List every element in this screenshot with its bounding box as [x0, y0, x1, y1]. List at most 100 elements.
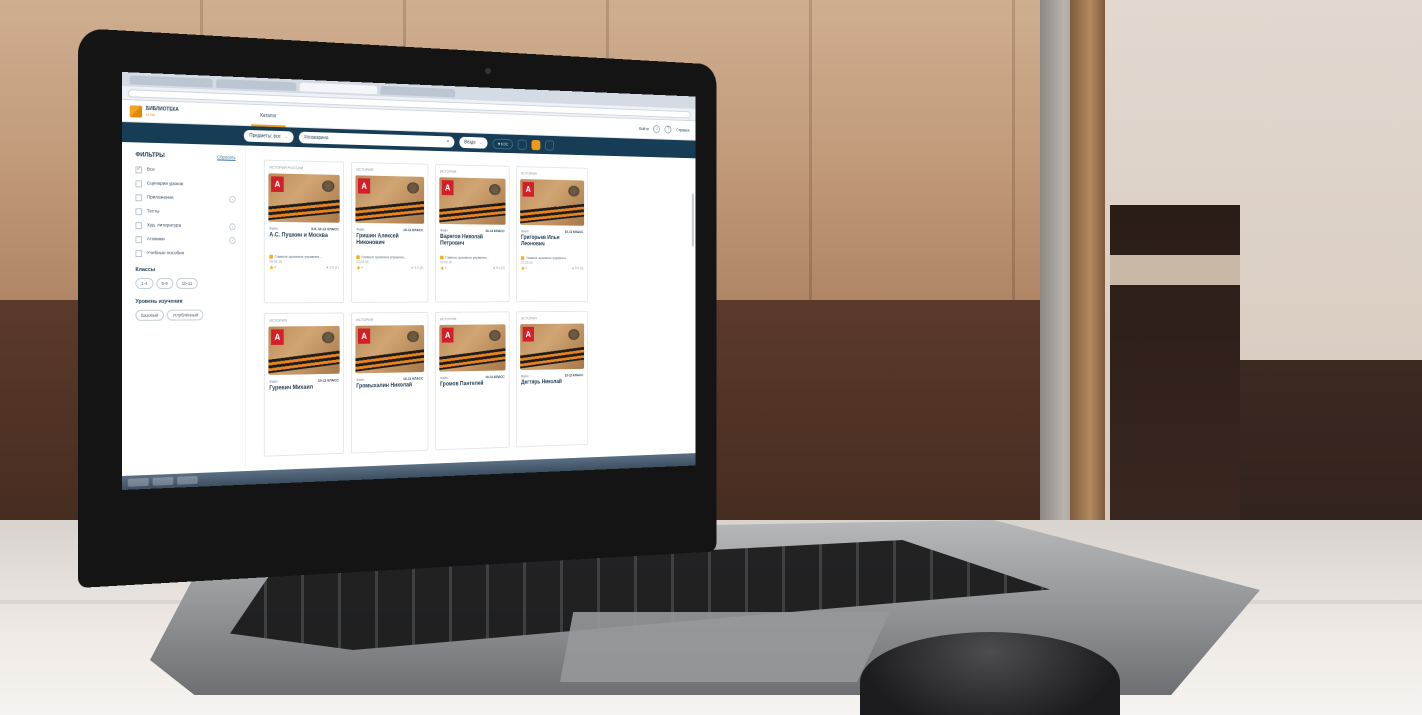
filter-option[interactable]: Тесты — [135, 208, 235, 216]
browser-tab[interactable] — [380, 85, 456, 97]
level-title: Уровень изучения — [135, 298, 183, 305]
library-logo[interactable]: БИБЛИОТЕКА МЭШ — [129, 104, 242, 121]
card-title[interactable]: Громыхалин Николай — [352, 380, 428, 403]
card-thumbnail: A — [520, 179, 585, 226]
card-rating: ★ 5.0 (2) — [410, 265, 424, 270]
resource-card[interactable]: ИСТОРИЯ A Файл 10-11 КЛАСС Громыхалин Никола… — [351, 311, 429, 454]
level-tag[interactable]: Углублённый — [166, 309, 204, 321]
checkbox[interactable] — [135, 180, 143, 188]
medal-icon — [489, 183, 501, 196]
card-grades: 10-11 КЛАСС — [485, 375, 505, 380]
scope-select[interactable]: Везде ⌄ — [459, 136, 488, 149]
resource-card[interactable]: ИСТОРИЯ A Файл 10-11 КЛАСС Варягов Николай П… — [435, 164, 510, 303]
filter-option-label: Учебные пособия — [146, 251, 185, 257]
page-scrollbar[interactable] — [691, 193, 694, 247]
card-title[interactable]: Гуревич Михаил — [265, 382, 343, 405]
card-thumbnail: A — [439, 324, 506, 372]
st-george-ribbon-icon — [439, 202, 506, 223]
level-tag[interactable]: Базовый — [135, 309, 164, 321]
card-title[interactable]: Громов Пантелей — [436, 379, 509, 401]
reset-filters-link[interactable]: Сбросить — [217, 155, 235, 160]
class-tag[interactable]: 5-9 — [155, 278, 174, 289]
resource-card[interactable]: ИСТОРИЯ A Файл 10-11 КЛАСС Дегтярь Николай — [516, 310, 589, 448]
chevron-right-icon[interactable]: › — [229, 236, 236, 244]
checkbox[interactable] — [135, 222, 143, 230]
filter-option[interactable]: Учебные пособия — [135, 250, 235, 258]
filter-option[interactable]: Худ. литература › — [135, 222, 236, 231]
card-category: ИСТОРИЯ — [356, 317, 374, 322]
card-type: Файл — [269, 379, 278, 384]
card-title[interactable]: Дегтярь Николай — [517, 377, 587, 399]
card-title[interactable]: Григорьев Илья Леонович — [517, 233, 587, 254]
user-icon[interactable]: ☺ — [653, 125, 661, 134]
checkbox[interactable] — [135, 236, 143, 244]
grid-view-icon[interactable] — [531, 139, 541, 150]
taskbar-item[interactable] — [127, 477, 149, 487]
checkbox[interactable] — [135, 250, 143, 258]
archive-badge-icon: A — [271, 329, 284, 345]
card-source-label: Главное архивное управлен... — [445, 255, 490, 260]
classes-tags: 1-4 5-9 10-11 — [135, 278, 235, 289]
card-rating: ★ 5.0 (1) — [325, 265, 339, 270]
folder-icon — [520, 256, 525, 260]
subjects-select[interactable]: Предметы: все ⌄ — [243, 129, 294, 144]
card-likes: 👍 4 — [269, 265, 277, 270]
checkbox[interactable] — [135, 208, 143, 216]
browser-tab-active[interactable] — [299, 82, 378, 94]
resource-card[interactable]: ИСТОРИЯ РОССИИ A Файл 5-9, 10-11 КЛАСС А.С. … — [263, 159, 345, 304]
card-footer: 👍 3 ★ 5.0 (2) — [436, 265, 509, 271]
chevron-right-icon[interactable]: › — [229, 223, 236, 231]
card-title[interactable]: Гришин Алексей Никонович — [352, 231, 428, 252]
medal-icon — [322, 180, 335, 193]
st-george-ribbon-icon — [268, 349, 340, 374]
subjects-select-label: Предметы: все — [249, 132, 281, 140]
card-title[interactable]: А.С. Пушкин и Москва — [265, 231, 343, 253]
browser-tab[interactable] — [129, 74, 213, 88]
clear-icon[interactable]: × — [447, 139, 449, 145]
filter-option-label: Приложения — [146, 195, 174, 201]
filter-option-label: Сценарии уроков — [146, 181, 184, 188]
card-meta: Файл 10-11 КЛАСС — [352, 223, 428, 233]
filter-option[interactable]: Сценарии уроков — [135, 180, 235, 189]
card-rating-value: 5.0 (1) — [329, 265, 339, 270]
browser-tab[interactable] — [216, 78, 297, 91]
search-input[interactable]: #плакарина × — [298, 131, 455, 148]
st-george-ribbon-icon — [520, 203, 585, 224]
class-tag[interactable]: 1-4 — [135, 278, 154, 289]
card-title[interactable]: Варягов Николай Петрович — [436, 232, 509, 253]
resource-card[interactable]: ИСТОРИЯ A Файл 10-11 КЛАСС Громов Пантелей — [435, 311, 510, 451]
kes-filter-button[interactable]: ▼ КЭС — [492, 138, 514, 149]
taskbar-item[interactable] — [177, 475, 198, 485]
header-actions: Войти ☺ ? Справка — [639, 125, 689, 135]
filter-option[interactable]: Приложения › — [135, 194, 236, 203]
card-likes-count: 3 — [444, 266, 447, 270]
card-type: Файл — [440, 376, 448, 381]
st-george-ribbon-icon — [355, 200, 425, 222]
tab-catalog[interactable]: Каталог — [251, 104, 286, 127]
help-icon[interactable]: ? — [664, 125, 672, 134]
resource-card[interactable]: ИСТОРИЯ A Файл 10-11 КЛАСС Гуревич Михаил — [263, 312, 345, 457]
class-tag[interactable]: 10-11 — [176, 278, 198, 289]
card-footer: 👍 4 ★ 5.0 (2) — [517, 265, 587, 271]
taskbar-item[interactable] — [152, 476, 174, 486]
help-link[interactable]: Справка — [676, 128, 689, 133]
resource-card[interactable]: ИСТОРИЯ A Файл 10-11 КЛАСС Григорьев Илья Ле… — [516, 166, 589, 303]
card-rating-value: 5.0 (2) — [575, 266, 584, 271]
checkbox[interactable]: ✓ — [135, 166, 143, 174]
resource-card[interactable]: ИСТОРИЯ A Файл 10-11 КЛАСС Гришин Алексей Ни… — [351, 161, 429, 303]
archive-badge-icon: A — [441, 327, 454, 343]
folder-icon — [440, 255, 444, 260]
card-category: ИСТОРИЯ — [520, 315, 537, 321]
filter-option[interactable]: Атомики › — [135, 236, 236, 244]
checkbox[interactable] — [135, 194, 143, 202]
calendar-icon[interactable] — [518, 139, 528, 150]
list-view-icon[interactable] — [545, 139, 555, 151]
chevron-right-icon[interactable]: › — [229, 195, 236, 203]
login-link[interactable]: Войти — [639, 126, 649, 131]
filter-option[interactable]: ✓ Все — [135, 166, 235, 175]
filter-option-label: Тесты — [146, 209, 160, 215]
st-george-ribbon-icon — [520, 346, 585, 370]
level-tags: Базовый Углублённый — [135, 309, 235, 321]
card-grades: 10-11 КЛАСС — [485, 229, 505, 234]
card-grades: 10-11 КЛАСС — [403, 228, 424, 233]
